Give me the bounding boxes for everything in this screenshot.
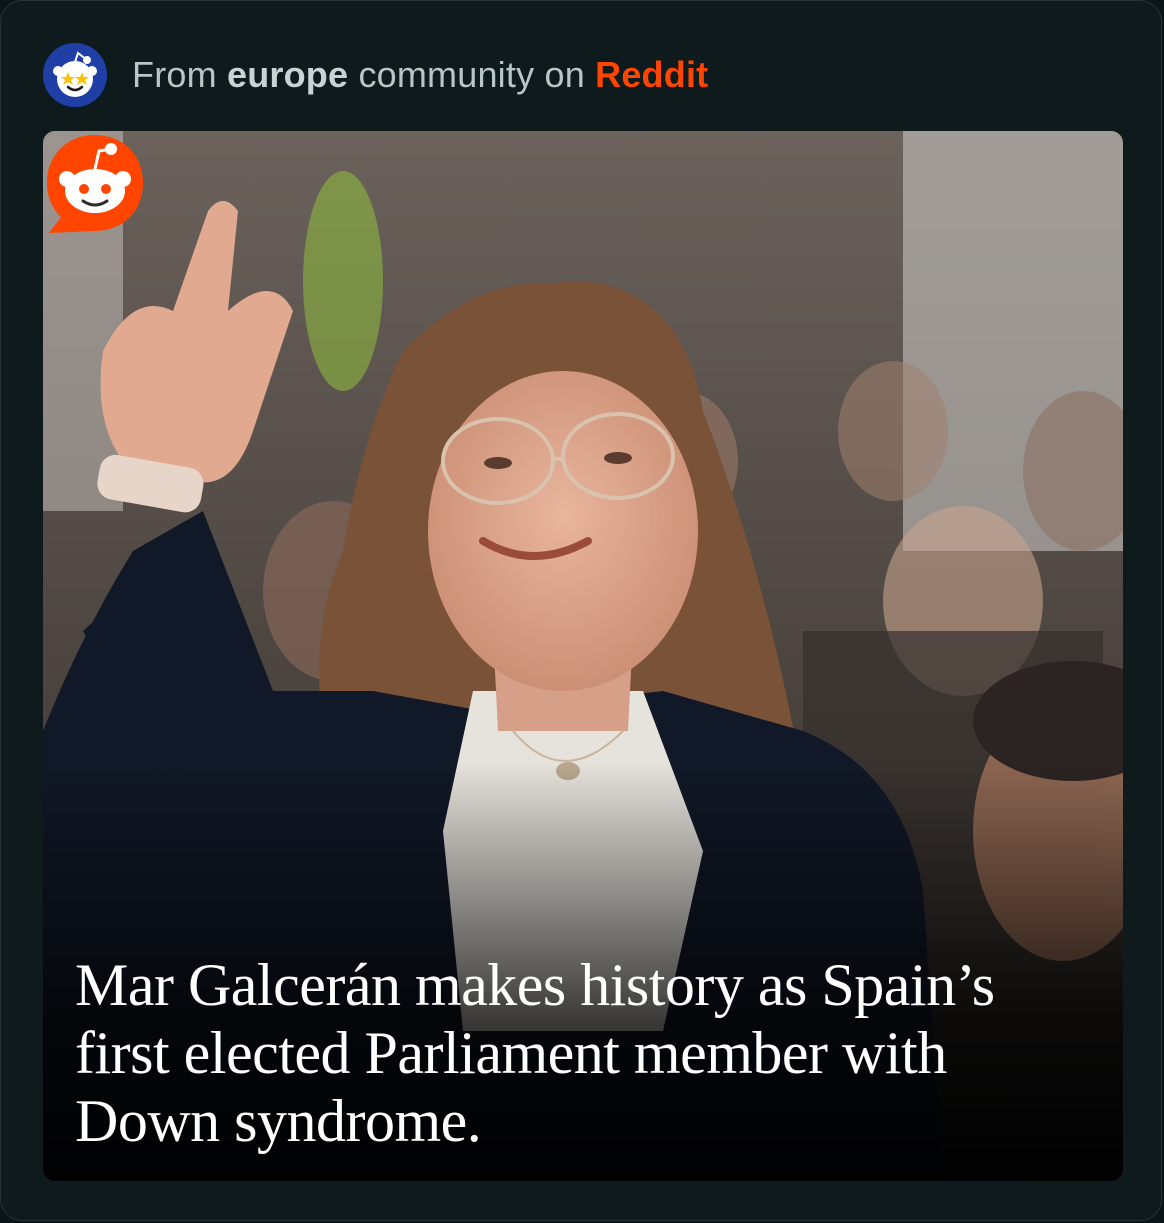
community-header: From europe community on Reddit xyxy=(43,43,708,107)
middle-text: community on xyxy=(358,54,585,95)
reddit-embed-card[interactable]: From europe community on Reddit Mar Galc… xyxy=(0,0,1162,1221)
reddit-starry-eyed-snoo-icon xyxy=(43,43,107,107)
post-image[interactable]: Mar Galcerán makes history as Spain’s fi… xyxy=(43,131,1123,1181)
reddit-snoo-speech-bubble-icon[interactable] xyxy=(43,131,147,235)
community-avatar[interactable] xyxy=(43,43,107,107)
prefix-text: From xyxy=(132,54,217,95)
community-name-link[interactable]: europe xyxy=(227,54,348,95)
reddit-brand-link[interactable]: Reddit xyxy=(595,54,708,95)
community-attribution: From europe community on Reddit xyxy=(132,54,708,96)
post-headline: Mar Galcerán makes history as Spain’s fi… xyxy=(75,952,995,1154)
